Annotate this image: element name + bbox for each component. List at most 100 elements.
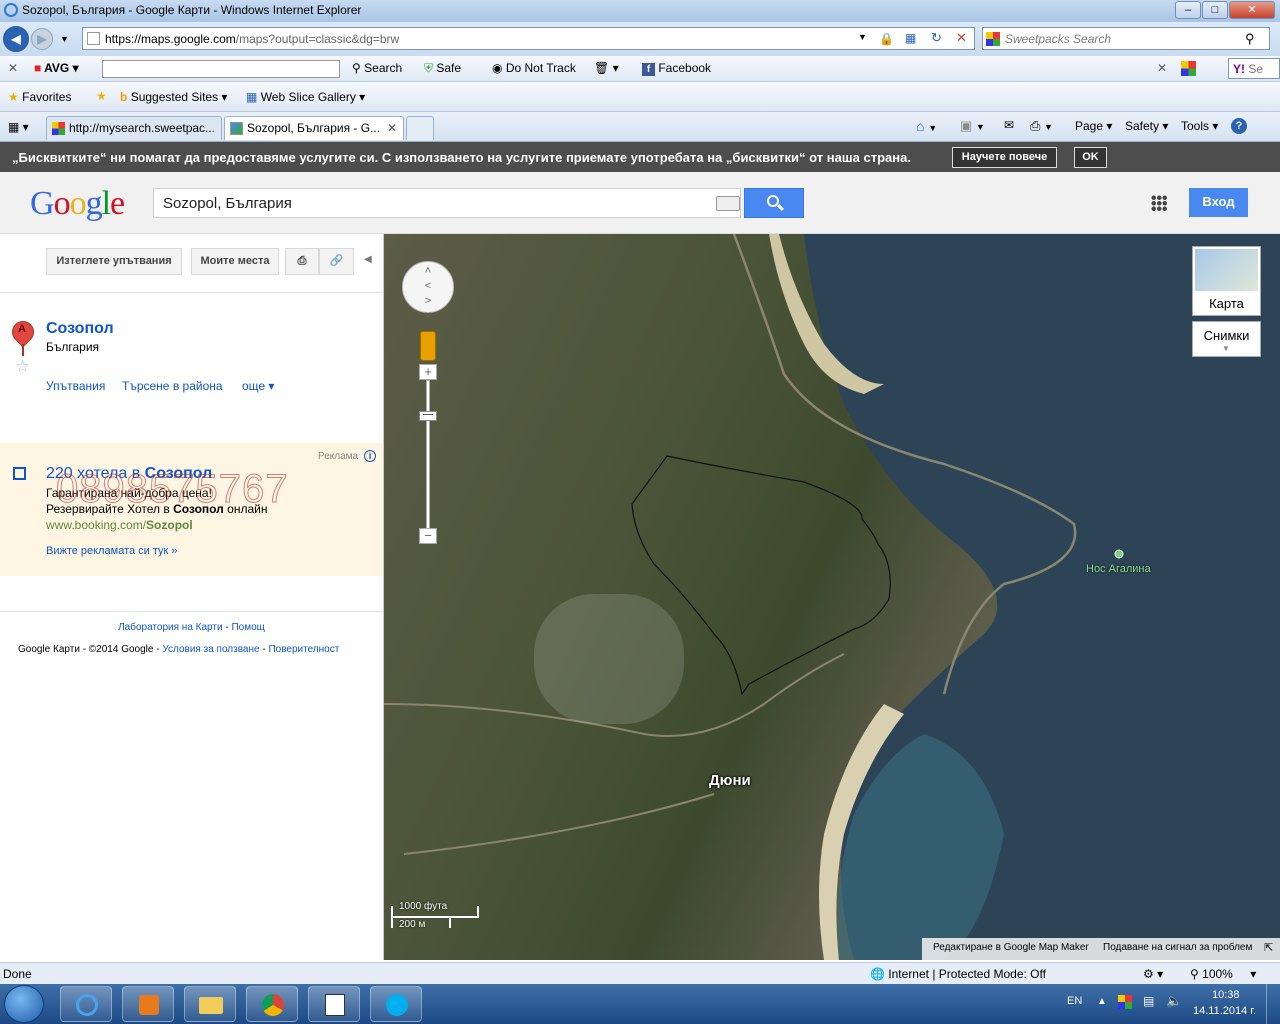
keyboard-icon[interactable] — [716, 196, 740, 211]
yahoo-search-box[interactable]: Y! Se — [1228, 58, 1280, 79]
save-star-icon[interactable]: ☆ — [15, 357, 30, 377]
home-icon[interactable]: ⌂ ▼ — [916, 118, 937, 134]
facebook-button[interactable]: f Facebook — [642, 61, 711, 76]
mail-icon[interactable]: ✉ — [1004, 118, 1014, 132]
print-icon[interactable]: ⎙ ▼ — [1030, 118, 1053, 134]
satellite-type-button[interactable]: Снимки ▼ — [1192, 321, 1261, 357]
address-dropdown-icon[interactable]: ▼ — [858, 32, 867, 42]
toolbar-close-button[interactable]: ✕ — [8, 61, 18, 75]
print-button[interactable]: ⎙ — [285, 248, 319, 275]
avg-search-input[interactable] — [102, 60, 340, 78]
directions-link[interactable]: Упътвания — [46, 379, 105, 393]
zoom-slider-track[interactable] — [426, 380, 430, 530]
address-bar[interactable]: https://maps.google.com/maps?output=clas… — [82, 27, 975, 50]
maximize-button[interactable]: □ — [1202, 1, 1228, 19]
help-icon[interactable]: ? — [1231, 118, 1247, 134]
help-link[interactable]: Помощ — [231, 622, 264, 633]
taskbar-ie[interactable] — [60, 986, 112, 1022]
taskbar-chrome[interactable] — [246, 986, 298, 1022]
show-hidden-icons[interactable]: ▲ — [1097, 996, 1107, 1007]
language-indicator[interactable]: EN — [1067, 995, 1082, 1007]
suggested-sites-button[interactable]: b Suggested Sites ▾ — [120, 90, 227, 104]
refresh-icon[interactable]: ↻ — [931, 30, 942, 46]
page-menu[interactable]: Page ▾ — [1075, 119, 1112, 133]
sweetpacks-search-box[interactable]: Sweetpacks Search ⚲ — [982, 27, 1270, 50]
protected-mode-icon[interactable]: ⚙ ▾ — [1143, 967, 1163, 981]
safe-button[interactable]: ⛨ Safe — [424, 61, 461, 76]
maps-search-input[interactable]: Sozopol, България — [153, 188, 741, 218]
apps-grid-icon[interactable] — [1151, 195, 1167, 211]
stop-icon[interactable]: ✕ — [956, 30, 967, 46]
network-icon[interactable]: ▤ — [1143, 994, 1154, 1008]
cookie-ok-button[interactable]: OK — [1074, 147, 1107, 168]
sign-in-button[interactable]: Вход — [1189, 188, 1248, 217]
report-problem-link[interactable]: Подаване на сигнал за проблем — [1103, 942, 1252, 953]
forward-button[interactable]: ▶ — [31, 28, 53, 50]
close-window-button[interactable]: ✕ — [1229, 1, 1275, 19]
web-slice-gallery-button[interactable]: ▦ Web Slice Gallery ▾ — [246, 90, 365, 104]
ad-block: Реклама i 220 хотела в Созопол Гарантира… — [0, 443, 383, 576]
my-places-button[interactable]: Моите места — [191, 248, 279, 275]
new-tab-button[interactable] — [406, 116, 434, 140]
favorites-button[interactable]: ★ Favorites — [8, 90, 71, 104]
zoom-slider-thumb[interactable]: — — [419, 410, 437, 421]
ad-info-icon[interactable]: i — [364, 450, 376, 462]
terms-link[interactable]: Условия за ползване — [162, 644, 259, 655]
maps-labs-link[interactable]: Лаборатория на Карти — [118, 622, 222, 633]
satellite-map[interactable]: ˄ < > ˅ + — − Карта Снимки ▼ Дюни Нос Агал… — [384, 234, 1280, 960]
lock-icon[interactable]: 🔒 — [879, 32, 894, 46]
avg-search-button[interactable]: ⚲ Search — [352, 61, 402, 75]
learn-more-button[interactable]: Научете повече — [952, 147, 1057, 168]
do-not-track-button[interactable]: ◉ Do Not Track — [492, 61, 576, 75]
clock-date[interactable]: 14.11.2014 г. — [1193, 1005, 1256, 1017]
ad-more-link[interactable]: Вижте рекламата си тук » — [46, 545, 178, 557]
avg-logo[interactable]: ■ AVG ▾ — [34, 61, 79, 75]
quick-tabs-icon[interactable]: ▦ ▾ — [8, 120, 29, 134]
taskbar-media-player[interactable] — [122, 986, 174, 1022]
colorful-app-icon[interactable] — [1181, 61, 1196, 76]
link-button[interactable]: 🔗 — [319, 248, 354, 275]
taskbar-skype[interactable] — [370, 986, 422, 1022]
taskbar-explorer[interactable] — [184, 986, 236, 1022]
tab-close-button[interactable]: ✕ — [387, 121, 397, 135]
map-type-button[interactable]: Карта — [1192, 246, 1261, 316]
tools-menu[interactable]: Tools ▾ — [1181, 119, 1218, 133]
place-marker-letter: A — [18, 323, 26, 335]
rss-icon[interactable]: ▣ ▼ — [960, 118, 985, 134]
history-dropdown-icon[interactable]: ▼ — [60, 34, 69, 44]
start-button[interactable] — [4, 985, 44, 1023]
back-button[interactable]: ◀ — [3, 26, 29, 52]
search-icon[interactable]: ⚲ — [1245, 31, 1255, 47]
flag-icon[interactable] — [1118, 995, 1132, 1009]
more-link[interactable]: още ▾ — [242, 379, 274, 393]
get-directions-button[interactable]: Изтеглете упътвания — [46, 248, 182, 275]
collapse-panel-icon[interactable]: ◀ — [364, 254, 372, 265]
zoom-out-button[interactable]: − — [419, 528, 437, 544]
toolbar2-close-button[interactable]: ✕ — [1157, 61, 1167, 75]
tab-sozopol[interactable]: Sozopol, България - G... ✕ — [224, 116, 404, 140]
google-header: Google Sozopol, България Вход — [0, 172, 1280, 234]
taskbar-calendar[interactable] — [308, 986, 360, 1022]
tab-mysearch[interactable]: http://mysearch.sweetpac... — [46, 116, 222, 140]
zoom-level[interactable]: ⚲ 100% ▾ — [1190, 967, 1256, 981]
compat-view-icon[interactable]: ▦ — [905, 31, 916, 45]
pegman-icon[interactable] — [420, 331, 436, 361]
google-logo[interactable]: Google — [30, 185, 125, 223]
show-desktop-button[interactable] — [1266, 984, 1280, 1024]
search-nearby-link[interactable]: Търсене в района — [122, 379, 223, 393]
yahoo-placeholder: Se — [1248, 62, 1264, 76]
safety-menu[interactable]: Safety ▾ — [1125, 119, 1168, 133]
zoom-in-button[interactable]: + — [419, 364, 437, 380]
place-name[interactable]: Созопол — [46, 320, 114, 338]
privacy-link[interactable]: Поверителност — [268, 644, 339, 655]
clock-time[interactable]: 10:38 — [1212, 989, 1240, 1001]
trash-icon[interactable]: 🗑 ▾ — [594, 61, 619, 75]
expand-icon[interactable]: ⇱ — [1264, 941, 1273, 954]
maps-search-button[interactable] — [744, 188, 804, 218]
volume-icon[interactable]: 🔈 — [1166, 993, 1182, 1009]
minimize-button[interactable]: – — [1175, 1, 1201, 19]
add-favorite-icon[interactable]: ★ — [96, 89, 107, 103]
map-maker-link[interactable]: Редактиране в Google Map Maker — [933, 942, 1089, 953]
tab-label: http://mysearch.sweetpac... — [69, 121, 216, 135]
ad-url[interactable]: www.booking.com/Sozopol — [46, 518, 193, 532]
